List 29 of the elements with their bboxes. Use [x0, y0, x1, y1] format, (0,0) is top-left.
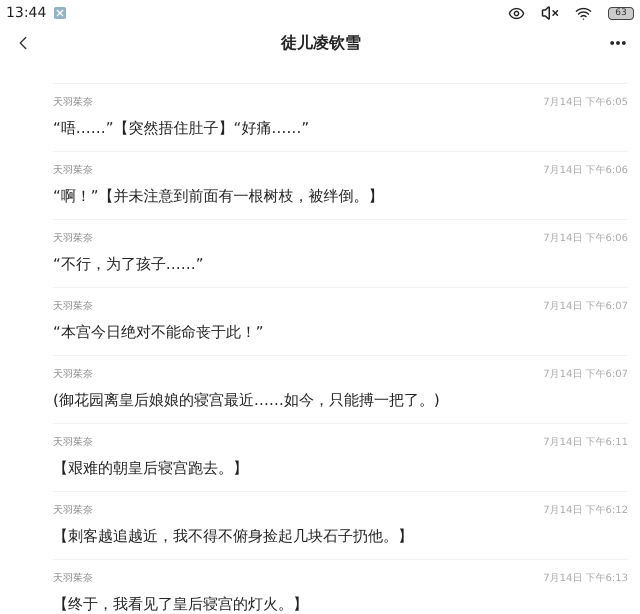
message-text: “唔……”【突然捂住肚子】“好痛……”: [53, 118, 310, 138]
message-time: 7月14日 下午6:12: [543, 504, 628, 518]
message-text: (御花园离皇后娘娘的寝宫最近……如今，只能搏一把了。): [53, 390, 441, 410]
message-text: “不行，为了孩子……”: [53, 254, 205, 274]
message-time: 7月14日 下午6:07: [543, 300, 628, 314]
message-time: 7月14日 下午6:06: [543, 164, 628, 178]
message-text: “啊！”【并未注意到前面有一根树枝，被绊倒。】: [53, 186, 385, 206]
message-time: 7月14日 下午6:06: [543, 232, 628, 246]
message-author: 天羽茱奈: [53, 164, 93, 178]
message-author: 天羽茱奈: [53, 572, 93, 586]
mute-icon: [541, 4, 559, 22]
message-text: 【终于，我看见了皇后寝宫的灯火。】: [53, 594, 309, 614]
message-time: 7月14日 下午6:13: [543, 572, 628, 586]
message-author: 天羽茱奈: [53, 300, 93, 314]
chat-title: 徒儿凌钦雪: [281, 32, 361, 54]
message-text: “本宫今日绝对不能命丧于此！”: [53, 322, 265, 342]
battery-icon: 63: [608, 6, 634, 20]
message-author: 天羽茱奈: [53, 368, 93, 382]
message-time: 7月14日 下午6:11: [543, 436, 628, 450]
message-author: 天羽茱奈: [53, 96, 93, 110]
message-time: 7月14日 下午6:07: [543, 368, 628, 382]
message-author: 天羽茱奈: [53, 436, 93, 450]
message-text: 【艰难的朝皇后寝宫跑去。】: [53, 458, 249, 478]
message-author: 天羽茱奈: [53, 504, 93, 518]
status-time: 13:44: [6, 4, 46, 22]
message-time: 7月14日 下午6:05: [543, 96, 628, 110]
message-text: 【刺客越追越近，我不得不俯身捡起几块石子扔他。】: [53, 526, 414, 546]
app-notification-icon: [54, 7, 66, 19]
message-author: 天羽茱奈: [53, 232, 93, 246]
